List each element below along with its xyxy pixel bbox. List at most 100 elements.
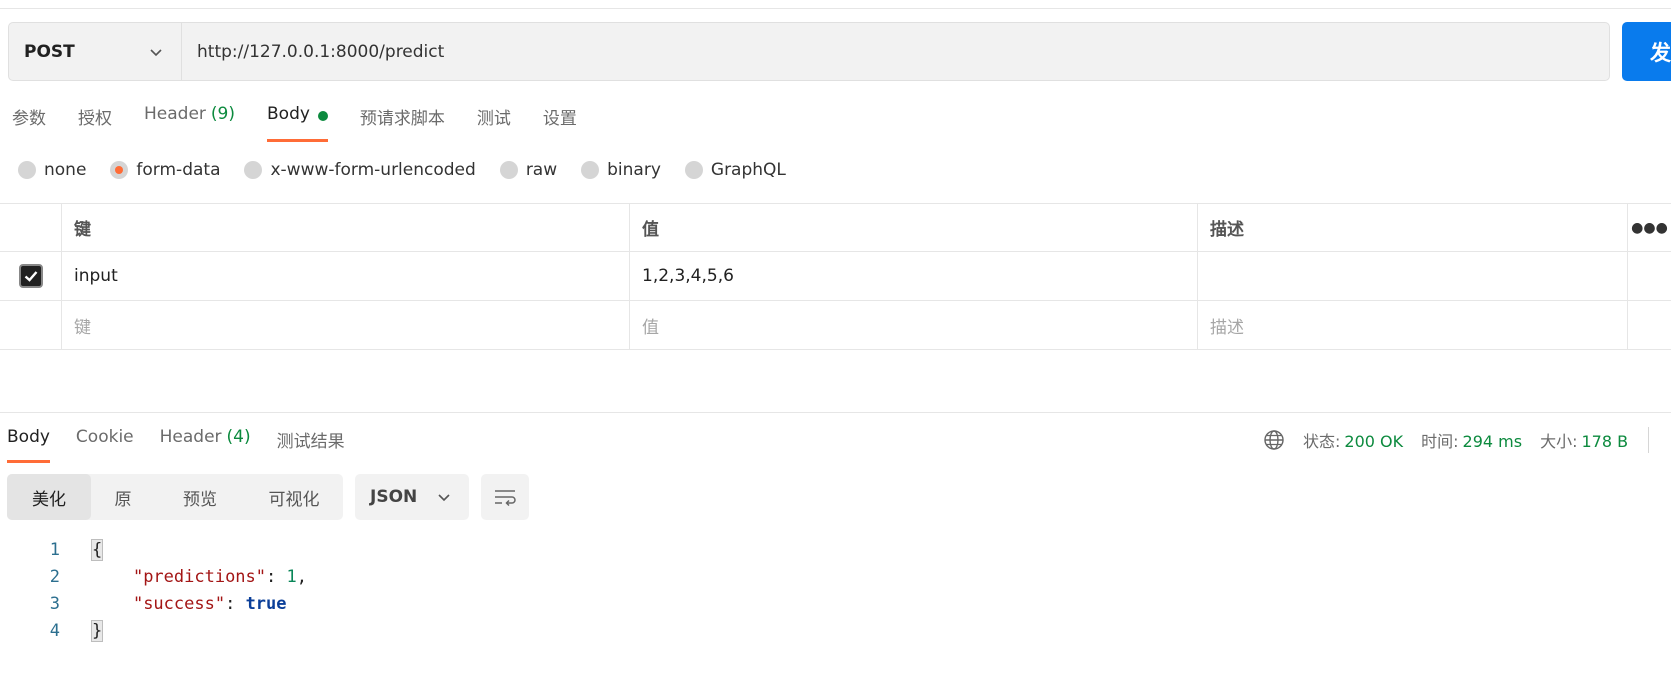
response-divider bbox=[0, 412, 1671, 413]
tab-auth[interactable]: 授权 bbox=[78, 104, 112, 142]
row-check-cell bbox=[0, 252, 62, 300]
request-bar: POST http://127.0.0.1:8000/predict bbox=[8, 22, 1610, 81]
json-boolean: true bbox=[245, 593, 287, 614]
body-type-form-data[interactable]: form-data bbox=[110, 160, 220, 180]
tab-label: 参数 bbox=[12, 109, 46, 129]
tab-label: 授权 bbox=[78, 109, 112, 129]
radio-button[interactable] bbox=[244, 161, 263, 179]
body-type-options: none form-data x-www-form-urlencoded raw… bbox=[18, 160, 810, 180]
radio-button-selected[interactable] bbox=[110, 161, 129, 179]
view-visualize-button[interactable]: 可视化 bbox=[245, 474, 343, 520]
status-label: 状态: bbox=[1303, 432, 1341, 451]
close-brace: } bbox=[90, 619, 104, 642]
row-end-cell bbox=[1628, 301, 1671, 349]
tab-count: (9) bbox=[210, 104, 235, 124]
header-check-cell bbox=[0, 204, 62, 251]
time-info[interactable]: 时间: 294 ms bbox=[1421, 428, 1522, 452]
response-status-bar: 状态: 200 OK 时间: 294 ms 大小: 178 B bbox=[1263, 427, 1650, 453]
header-description: 描述 bbox=[1198, 204, 1628, 251]
radio-label: raw bbox=[525, 160, 558, 180]
code-line: 4 } bbox=[0, 617, 307, 644]
view-mode-segmented: 美化 原 预览 可视化 bbox=[7, 474, 343, 520]
row-check-cell bbox=[0, 301, 62, 349]
chevron-down-icon bbox=[150, 49, 162, 57]
time-label: 时间: bbox=[1421, 432, 1459, 451]
view-pretty-button[interactable]: 美化 bbox=[7, 474, 91, 520]
tab-label: 测试 bbox=[476, 109, 511, 129]
chevron-down-icon bbox=[438, 494, 450, 502]
line-number: 3 bbox=[49, 593, 60, 614]
send-label: 发 bbox=[1650, 40, 1671, 65]
view-preview-button[interactable]: 预览 bbox=[155, 474, 245, 520]
response-tab-test-results[interactable]: 测试结果 bbox=[277, 427, 345, 463]
row-description-cell[interactable] bbox=[1198, 252, 1628, 300]
row-enabled-checkbox[interactable] bbox=[18, 264, 43, 288]
body-type-urlencoded[interactable]: x-www-form-urlencoded bbox=[244, 160, 476, 180]
request-tabs: 参数 授权 Header (9) Body 预请求脚本 测试 设置 bbox=[12, 104, 609, 144]
top-divider bbox=[0, 8, 1671, 9]
response-body-code[interactable]: 1 { 2 "predictions": 1, 3 "success": tru… bbox=[0, 536, 307, 644]
json-key: "predictions" bbox=[132, 566, 267, 587]
body-set-indicator bbox=[317, 111, 328, 121]
radio-button[interactable] bbox=[581, 161, 600, 179]
tab-label: 设置 bbox=[542, 109, 577, 129]
new-description-input[interactable]: 描述 bbox=[1198, 301, 1628, 349]
table-row-new: 键 值 描述 bbox=[0, 301, 1671, 350]
json-number: 1 bbox=[286, 566, 297, 587]
row-value-cell[interactable]: 1,2,3,4,5,6 bbox=[630, 252, 1198, 300]
send-button[interactable]: 发 bbox=[1622, 22, 1671, 81]
method-label: POST bbox=[24, 41, 75, 62]
more-icon: ●●● bbox=[1631, 219, 1668, 236]
code-text: "predictions": 1, bbox=[132, 566, 307, 587]
format-select[interactable]: JSON bbox=[355, 474, 469, 520]
check-icon bbox=[24, 271, 37, 282]
globe-icon[interactable] bbox=[1263, 429, 1285, 451]
line-number: 1 bbox=[49, 539, 60, 560]
row-end-cell bbox=[1628, 252, 1671, 300]
size-value: 178 B bbox=[1581, 432, 1629, 451]
tab-body[interactable]: Body bbox=[267, 104, 328, 142]
more-options-button[interactable]: ●●● bbox=[1628, 204, 1671, 251]
body-type-graphql[interactable]: GraphQL bbox=[684, 160, 786, 180]
tab-params[interactable]: 参数 bbox=[12, 104, 46, 142]
code-text: { bbox=[60, 538, 104, 561]
code-line: 2 "predictions": 1, bbox=[0, 563, 307, 590]
response-tab-body[interactable]: Body bbox=[7, 427, 50, 463]
url-input[interactable]: http://127.0.0.1:8000/predict bbox=[182, 23, 1609, 80]
body-type-none[interactable]: none bbox=[18, 160, 86, 180]
open-brace: { bbox=[90, 538, 104, 561]
new-key-input[interactable]: 键 bbox=[62, 301, 630, 349]
radio-label: x-www-form-urlencoded bbox=[270, 160, 476, 180]
tab-headers[interactable]: Header (9) bbox=[144, 104, 235, 142]
row-key-cell[interactable]: input bbox=[62, 252, 630, 300]
wrap-lines-button[interactable] bbox=[481, 474, 529, 520]
body-type-raw[interactable]: raw bbox=[499, 160, 558, 180]
tab-label: 预请求脚本 bbox=[359, 109, 445, 129]
method-select[interactable]: POST bbox=[9, 23, 182, 80]
response-tab-cookie[interactable]: Cookie bbox=[76, 427, 134, 463]
line-number: 4 bbox=[49, 620, 60, 641]
code-line: 3 "success": true bbox=[0, 590, 307, 617]
tab-settings[interactable]: 设置 bbox=[543, 104, 577, 142]
new-value-input[interactable]: 值 bbox=[630, 301, 1198, 349]
response-tab-headers[interactable]: Header (4) bbox=[160, 427, 251, 463]
tab-label: Header bbox=[159, 427, 222, 447]
radio-button[interactable] bbox=[18, 161, 36, 179]
radio-button[interactable] bbox=[684, 161, 703, 179]
status-value: 200 OK bbox=[1344, 432, 1404, 451]
size-info[interactable]: 大小: 178 B bbox=[1540, 428, 1628, 452]
radio-button[interactable] bbox=[499, 161, 518, 179]
tab-pre-request-script[interactable]: 预请求脚本 bbox=[360, 104, 445, 142]
tab-label: Body bbox=[267, 104, 310, 124]
wrap-lines-icon bbox=[495, 490, 516, 507]
header-value: 值 bbox=[630, 204, 1198, 251]
tab-label: Cookie bbox=[75, 427, 134, 447]
tab-label: Body bbox=[7, 427, 50, 447]
tab-tests[interactable]: 测试 bbox=[477, 104, 511, 142]
status-info[interactable]: 状态: 200 OK bbox=[1303, 428, 1403, 452]
body-type-binary[interactable]: binary bbox=[581, 160, 661, 180]
size-label: 大小: bbox=[1540, 432, 1578, 451]
code-text: } bbox=[60, 619, 104, 642]
view-raw-button[interactable]: 原 bbox=[91, 474, 155, 520]
table-header-row: 键 值 描述 ●●● bbox=[0, 203, 1671, 252]
